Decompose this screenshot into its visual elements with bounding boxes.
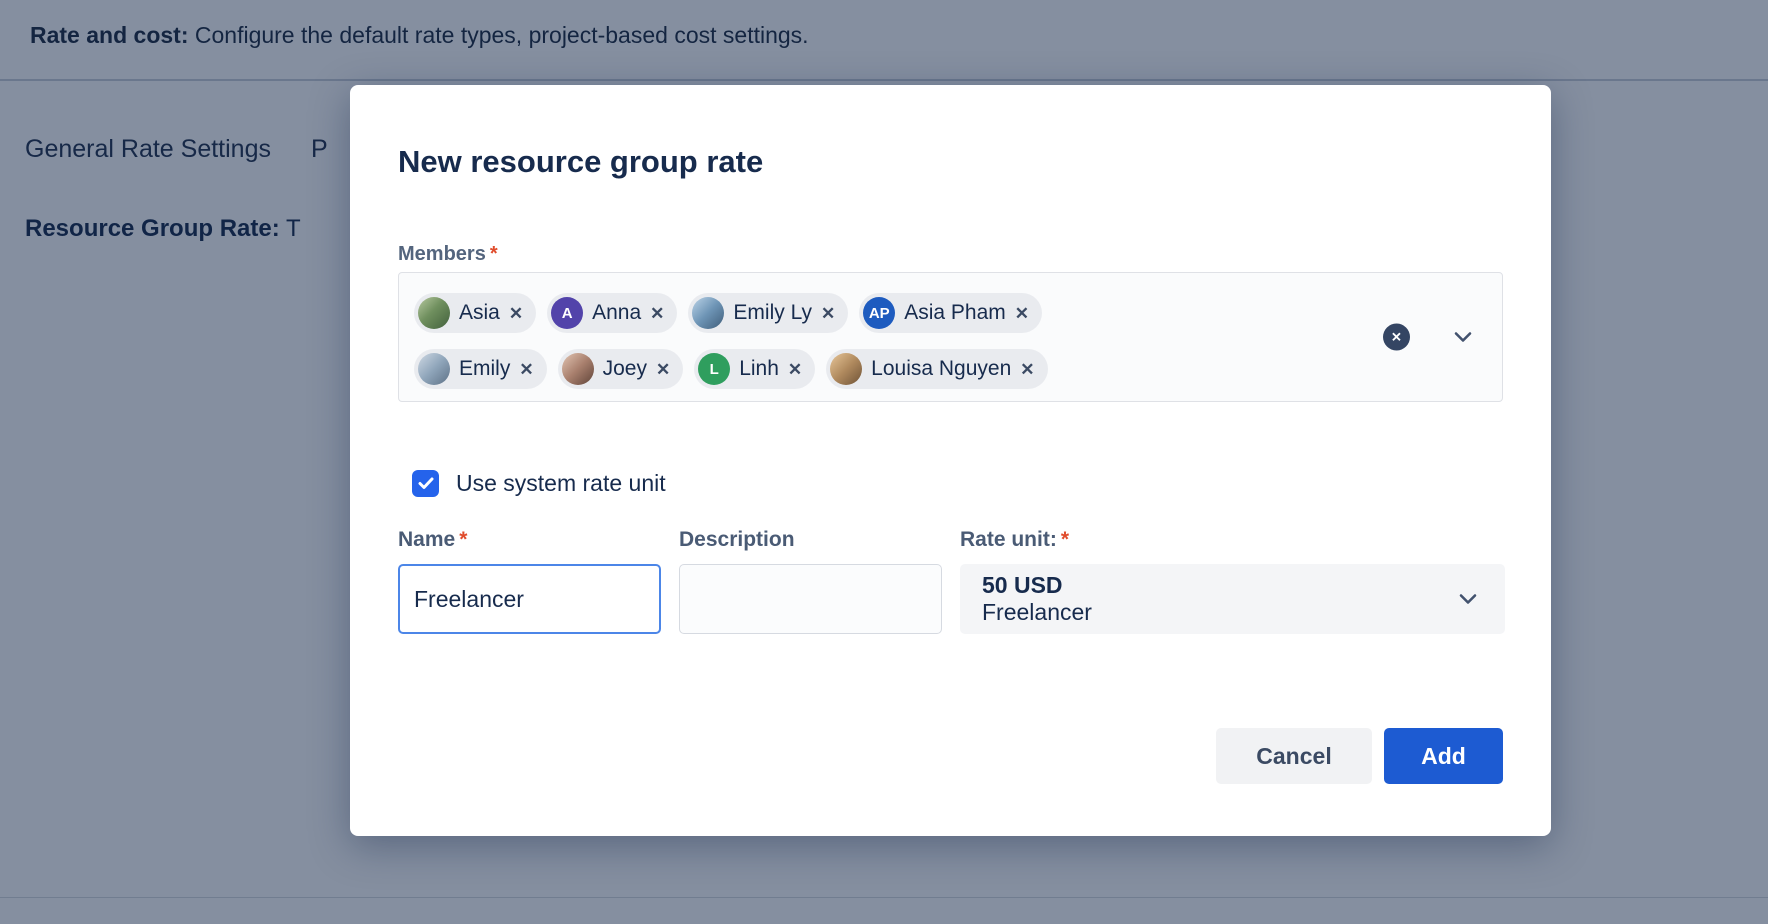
add-button[interactable]: Add: [1384, 728, 1503, 784]
remove-member-icon[interactable]: ✕: [1015, 305, 1029, 322]
remove-member-icon[interactable]: ✕: [650, 305, 664, 322]
member-chip: AP Asia Pham ✕: [859, 293, 1042, 333]
required-marker: *: [490, 243, 498, 265]
required-marker: *: [1061, 528, 1069, 551]
use-system-rate-row: Use system rate unit: [412, 470, 1503, 497]
modal-actions: Cancel Add: [398, 728, 1503, 784]
member-chip: Emily Ly ✕: [688, 293, 848, 333]
member-name: Louisa Nguyen: [871, 357, 1011, 381]
avatar: L: [698, 353, 730, 385]
cancel-button[interactable]: Cancel: [1216, 728, 1372, 784]
avatar: [418, 297, 450, 329]
member-name: Asia Pham: [904, 301, 1006, 325]
rate-unit-selected-name: Freelancer: [982, 599, 1505, 626]
use-system-rate-checkbox[interactable]: [412, 470, 439, 497]
name-label: Name*: [398, 528, 661, 552]
remove-member-icon[interactable]: ✕: [519, 361, 533, 378]
member-name: Emily: [459, 357, 510, 381]
remove-member-icon[interactable]: ✕: [509, 305, 523, 322]
member-name: Asia: [459, 301, 500, 325]
description-label: Description: [679, 528, 942, 552]
rate-unit-select[interactable]: 50 USD Freelancer: [960, 564, 1505, 634]
remove-member-icon[interactable]: ✕: [656, 361, 670, 378]
avatar: [418, 353, 450, 385]
rate-unit-label: Rate unit:*: [960, 528, 1505, 552]
member-name: Linh: [739, 357, 779, 381]
member-name: Joey: [603, 357, 647, 381]
name-input[interactable]: [398, 564, 661, 634]
rate-unit-selected-rate: 50 USD: [982, 572, 1505, 599]
avatar: A: [551, 297, 583, 329]
member-name: Anna: [592, 301, 641, 325]
member-chips: Asia ✕ A Anna ✕ Emily Ly ✕ AP Asia Pham …: [414, 293, 1352, 389]
avatar: [692, 297, 724, 329]
members-label: Members*: [398, 242, 1503, 266]
new-resource-group-rate-modal: New resource group rate Members* Asia ✕ …: [350, 85, 1551, 836]
use-system-rate-label: Use system rate unit: [456, 470, 666, 497]
remove-member-icon[interactable]: ✕: [821, 305, 835, 322]
member-name: Emily Ly: [733, 301, 812, 325]
modal-title: New resource group rate: [398, 143, 1503, 181]
member-chip: A Anna ✕: [547, 293, 677, 333]
description-input[interactable]: [679, 564, 942, 634]
remove-member-icon[interactable]: ✕: [1020, 361, 1034, 378]
member-chip: Louisa Nguyen ✕: [826, 349, 1047, 389]
members-multiselect[interactable]: Asia ✕ A Anna ✕ Emily Ly ✕ AP Asia Pham …: [398, 272, 1503, 402]
avatar: [830, 353, 862, 385]
chevron-down-icon[interactable]: [1454, 332, 1472, 343]
remove-member-icon[interactable]: ✕: [788, 361, 802, 378]
member-chip-row: Asia ✕ A Anna ✕ Emily Ly ✕ AP Asia Pham …: [414, 293, 1352, 333]
member-chip: Joey ✕: [558, 349, 684, 389]
member-chip: Asia ✕: [414, 293, 536, 333]
member-chip-row: Emily ✕ Joey ✕ L Linh ✕ Louisa Nguyen ✕: [414, 349, 1352, 389]
clear-all-members-icon[interactable]: ✕: [1383, 324, 1410, 351]
member-chip: L Linh ✕: [694, 349, 815, 389]
required-marker: *: [459, 528, 467, 551]
chevron-down-icon[interactable]: [1459, 594, 1477, 605]
member-chip: Emily ✕: [414, 349, 547, 389]
rate-fields: Name* Description Rate unit:* 50 USD Fre…: [398, 528, 1503, 634]
avatar: AP: [863, 297, 895, 329]
avatar: [562, 353, 594, 385]
